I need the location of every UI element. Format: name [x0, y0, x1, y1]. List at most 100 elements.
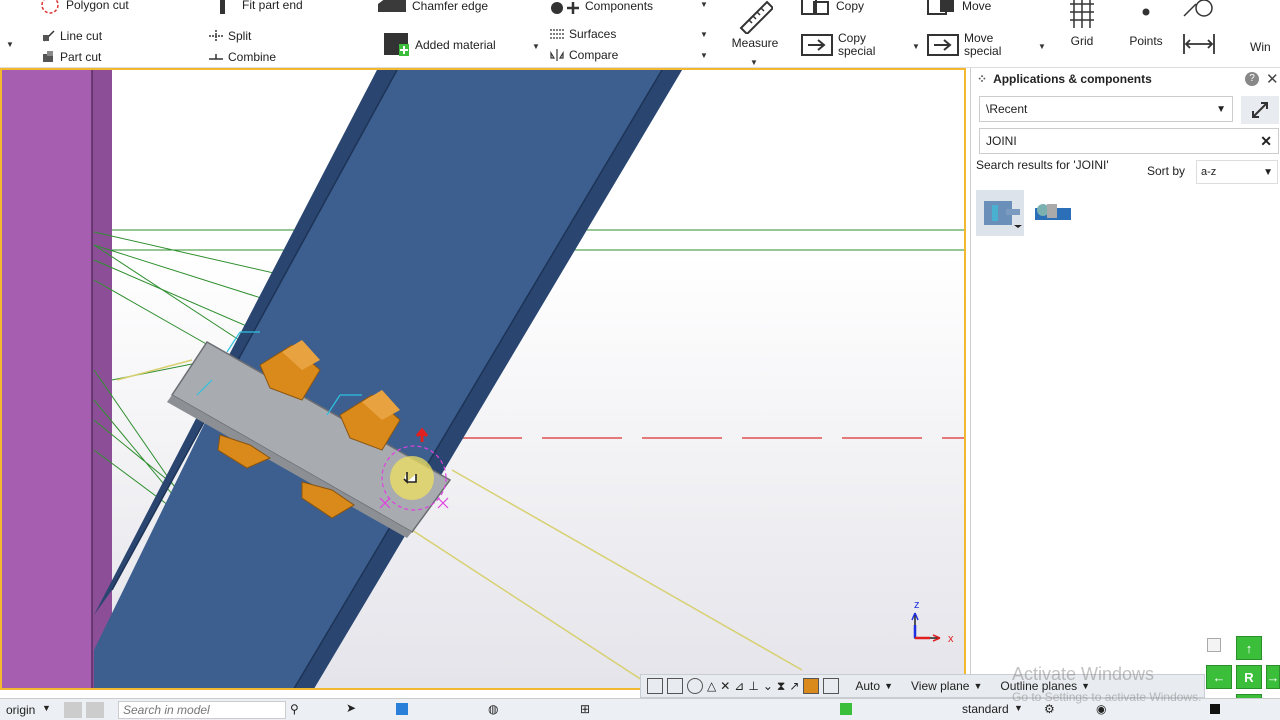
ribbon-scroll-left-icon[interactable]: ▼: [6, 40, 14, 49]
chamfer-edge-button[interactable]: Chamfer edge: [376, 0, 488, 16]
compare-button[interactable]: Compare: [549, 48, 618, 62]
snap-circle-icon[interactable]: [687, 678, 703, 694]
select-object-icon[interactable]: ◍: [488, 702, 498, 716]
move-special-button[interactable]: Move special: [926, 32, 1001, 58]
snap-triangle-icon[interactable]: △: [707, 679, 716, 693]
column-flange[interactable]: [92, 70, 112, 690]
select-assembly-icon[interactable]: ⊞: [580, 702, 590, 716]
snap-perpendicular-icon[interactable]: ⊥: [748, 679, 758, 693]
grid-button[interactable]: Grid: [1062, 0, 1102, 48]
snap-green-icon[interactable]: [840, 703, 852, 715]
points-button[interactable]: Points: [1124, 0, 1168, 48]
components-button[interactable]: Components: [549, 0, 653, 16]
part-cut-icon: [43, 51, 53, 62]
measure-button[interactable]: Measure: [730, 0, 780, 50]
standard-select[interactable]: standard: [962, 702, 1009, 716]
select-part-icon[interactable]: [396, 703, 408, 715]
nav-reset-label: R: [1244, 669, 1254, 685]
search-icon[interactable]: ⚲: [290, 702, 299, 716]
nav-right-button[interactable]: →: [1266, 665, 1280, 689]
snap-frame-icon[interactable]: [823, 678, 840, 694]
copy-special-dropdown-icon[interactable]: ▼: [912, 42, 920, 51]
nav-up-button[interactable]: ↑: [1236, 636, 1262, 660]
combine-icon: [209, 54, 223, 60]
snap-hourglass-icon[interactable]: ⧗: [777, 679, 785, 694]
fit-part-end-button[interactable]: Fit part end: [218, 0, 303, 14]
compare-dropdown-icon[interactable]: ▼: [700, 51, 708, 60]
copy-special-button[interactable]: Copy special: [800, 32, 875, 58]
copy-icon: [801, 0, 829, 15]
line-cut-icon: [43, 30, 55, 42]
close-panel-icon[interactable]: ✕: [1266, 70, 1279, 88]
snap-angle-icon[interactable]: ⊿: [734, 679, 744, 693]
copy-special-label-line2: special: [838, 44, 876, 58]
snap-cross-icon[interactable]: ✕: [720, 679, 730, 693]
snap-solid-icon[interactable]: [803, 678, 820, 694]
model-search-input[interactable]: Search in model: [118, 701, 286, 719]
chevron-down-icon: ▼: [1014, 703, 1023, 713]
visibility-icon[interactable]: ◉: [1096, 702, 1106, 716]
polygon-cut-button[interactable]: Polygon cut: [40, 0, 129, 14]
added-material-button[interactable]: Added material: [383, 32, 496, 58]
component-result-item[interactable]: [976, 190, 1024, 236]
column-web[interactable]: [2, 70, 92, 690]
catalog-dropdown-value: \Recent: [986, 102, 1028, 116]
view-plane-select[interactable]: View plane: [911, 679, 970, 693]
window-button[interactable]: Win: [1250, 40, 1280, 54]
panel-header: ⁘ Applications & components: [977, 72, 1152, 86]
surfaces-icon: [550, 29, 564, 39]
compare-label: Compare: [569, 48, 619, 62]
model-viewport[interactable]: z x: [0, 68, 966, 690]
panel-minimize-button[interactable]: [1207, 638, 1221, 652]
model-scene[interactable]: z x: [2, 70, 966, 690]
nav-reset-button[interactable]: R: [1236, 665, 1262, 689]
polygon-cut-icon: [41, 0, 59, 14]
surfaces-label: Surfaces: [569, 27, 617, 41]
added-material-dropdown-icon[interactable]: ▼: [532, 42, 540, 51]
help-icon[interactable]: ?: [1245, 72, 1259, 86]
activate-windows-hint: Go to Settings to activate Windows.: [1012, 690, 1202, 704]
component-result-item[interactable]: [1027, 196, 1075, 232]
split-button[interactable]: Split: [208, 29, 251, 43]
layout-icon[interactable]: [86, 702, 104, 718]
snap-square-icon[interactable]: [667, 678, 683, 694]
move-special-dropdown-icon[interactable]: ▼: [1038, 42, 1046, 51]
chevron-down-icon: ▼: [973, 681, 983, 691]
expand-button[interactable]: [1241, 96, 1279, 124]
add-icon[interactable]: [64, 702, 82, 718]
dimension-tool-icon[interactable]: [1182, 32, 1216, 56]
components-dropdown-icon[interactable]: ▼: [700, 0, 708, 9]
settings-icon[interactable]: ⚙: [1044, 702, 1055, 716]
part-cut-button[interactable]: Part cut: [42, 50, 101, 64]
auto-select[interactable]: Auto: [855, 679, 880, 693]
stop-icon[interactable]: [1210, 704, 1220, 714]
points-label: Points: [1129, 34, 1163, 48]
line-cut-button[interactable]: Line cut: [42, 29, 102, 43]
grid-icon: [1070, 0, 1094, 28]
axis-z-label: z: [914, 599, 920, 611]
snap-chevron-icon[interactable]: ⌄: [763, 679, 773, 693]
arc-tool-icon[interactable]: [1180, 0, 1214, 20]
sort-select[interactable]: a-z ▼: [1196, 160, 1278, 184]
snap-arrow-icon[interactable]: ↗: [789, 679, 799, 693]
combine-button[interactable]: Combine: [208, 50, 276, 64]
panel-grip-icon[interactable]: ⁘: [977, 72, 987, 86]
copy-button[interactable]: Copy: [800, 0, 864, 16]
clear-search-icon[interactable]: ✕: [1260, 133, 1272, 150]
measure-dropdown-icon[interactable]: ▼: [750, 58, 758, 67]
move-button[interactable]: Move: [926, 0, 991, 16]
surfaces-dropdown-icon[interactable]: ▼: [700, 30, 708, 39]
surfaces-button[interactable]: Surfaces: [549, 27, 616, 41]
origin-select[interactable]: origin: [6, 703, 35, 717]
compare-icon: [550, 49, 564, 61]
move-label: Move: [962, 0, 992, 13]
sort-by-label: Sort by: [1147, 164, 1186, 178]
measure-label: Measure: [731, 36, 779, 50]
nav-left-button[interactable]: ←: [1206, 665, 1232, 689]
snap-box-icon[interactable]: [647, 678, 663, 694]
copy-special-icon: [801, 34, 833, 56]
catalog-dropdown[interactable]: \Recent ▼: [979, 96, 1233, 122]
added-material-label: Added material: [415, 38, 496, 52]
select-pointer-icon[interactable]: ➤: [346, 701, 356, 715]
component-search-input[interactable]: JOINI ✕: [979, 128, 1279, 154]
